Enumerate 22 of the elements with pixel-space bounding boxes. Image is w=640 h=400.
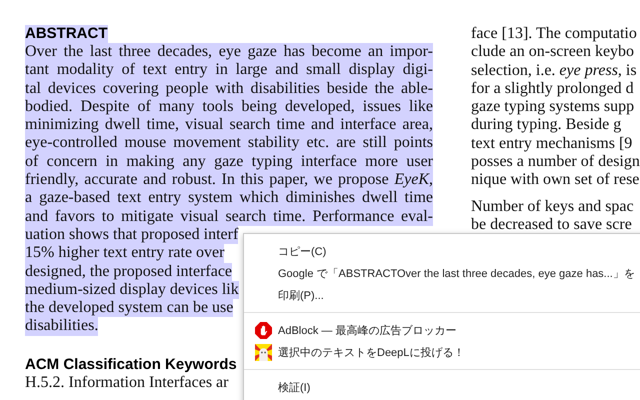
body-text-line: H.5.2. Information Interfaces ar [25, 374, 228, 392]
body-text-line: face [13]. The computatio [471, 25, 637, 44]
hand-icon [255, 322, 272, 338]
section-heading: ABSTRACT [25, 25, 108, 43]
body-text-line: posses a number of design [471, 153, 640, 172]
body-text-line: for a slightly prolonged d [471, 80, 634, 98]
body-text-line: during typing. Beside g [471, 116, 622, 135]
menu-item[interactable]: AdBlock — 最高峰の広告ブロッカー [244, 319, 640, 341]
body-text-line: text entry mechanisms [9 [471, 134, 632, 154]
body-text-line: be decreased to save scre [471, 216, 632, 234]
menu-item[interactable]: 検証(I) [244, 376, 640, 398]
body-text-line: Number of keys and spac [471, 198, 634, 216]
menu-item[interactable]: 選択中のテキストをDeepLに投げる！ [244, 341, 640, 363]
ghost-burst-icon [255, 344, 272, 360]
menu-item[interactable]: Google で「ABSTRACTOver the last three decades, eye gaze has...」を [244, 262, 640, 284]
body-text-line: nique with own set of rese [471, 171, 640, 190]
menu-item[interactable]: コピー(C) [244, 240, 640, 262]
body-text-line: gaze typing systems supp [471, 98, 634, 116]
body-text-line: selection, i.e. eye press, is [471, 62, 637, 80]
section-heading: ACM Classification Keywords [25, 356, 237, 374]
menu-item[interactable]: 印刷(P)... [244, 284, 640, 306]
body-text-line: clude an on-screen keybo [471, 43, 634, 62]
